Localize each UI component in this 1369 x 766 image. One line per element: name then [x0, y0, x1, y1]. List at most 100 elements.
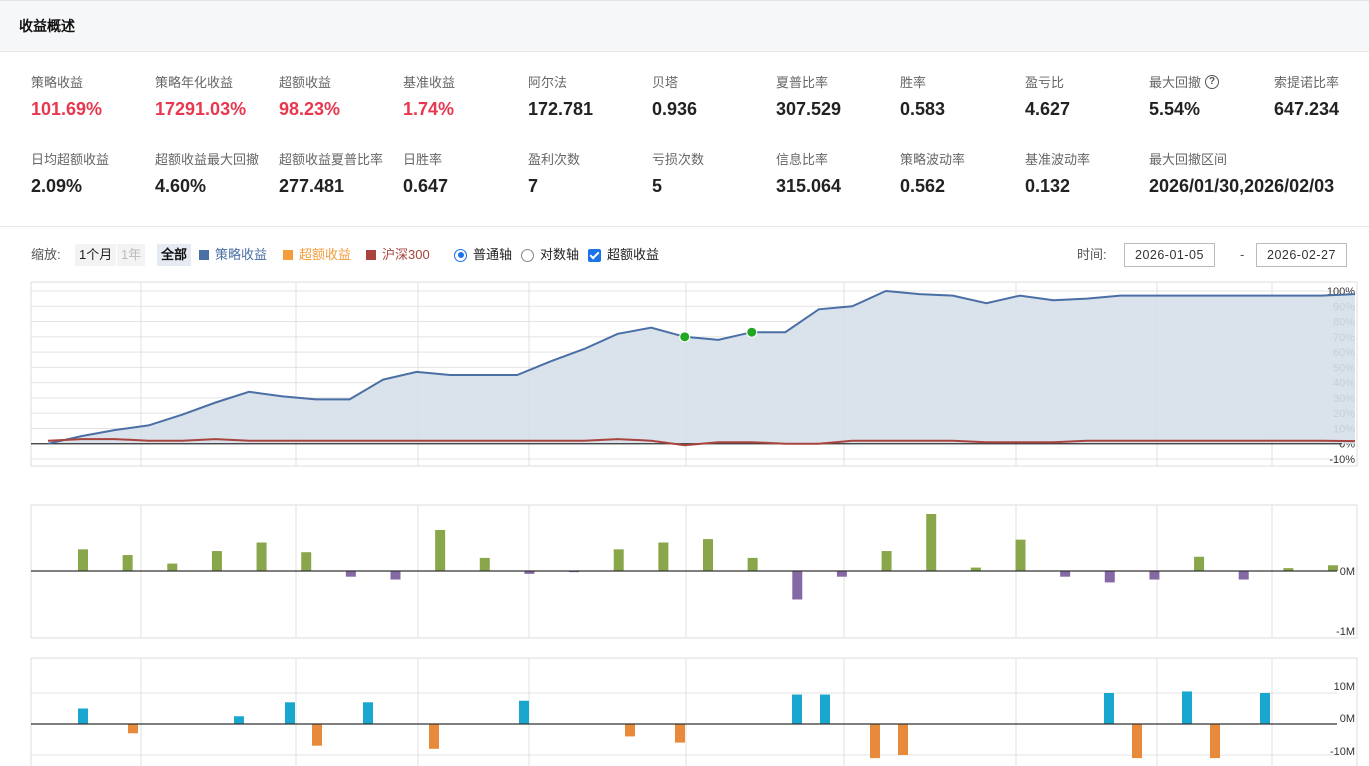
stat-label-text: 日胜率 — [403, 152, 443, 167]
stat-value: 0.647 — [403, 176, 449, 196]
pnl-bar — [1015, 539, 1026, 571]
strategy-area — [48, 291, 1355, 444]
legend-excess-label: 超额收益 — [299, 247, 352, 262]
zoom-1-year-button[interactable]: 1年 — [117, 244, 146, 266]
stat-label-text: 亏损次数 — [652, 152, 705, 167]
stat-1: 策略年化收益 17291.03% — [155, 72, 246, 120]
y-tick-label: -10M — [1330, 746, 1355, 758]
stat-0: 策略收益 101.69% — [31, 72, 102, 120]
stat-label-text: 最大回撤 — [1149, 75, 1202, 90]
stat-13: 超额收益夏普比率 277.481 — [279, 149, 383, 197]
stat-label-text: 超额收益 — [279, 75, 332, 90]
legend-excess[interactable]: 超额收益 — [283, 244, 351, 266]
y-tick-label: 0% — [1339, 439, 1355, 451]
pnl-bar — [1194, 556, 1205, 571]
stat-label: 索提诺比率 — [1274, 72, 1339, 91]
stat-value: 17291.03% — [155, 99, 247, 119]
stat-label-text: 基准收益 — [403, 75, 456, 90]
stat-label: 日胜率 — [403, 149, 448, 168]
help-icon[interactable]: ? — [1205, 74, 1220, 89]
stat-label: 阿尔法 — [528, 72, 593, 91]
y-tick-label: 70% — [1333, 332, 1355, 344]
stat-17: 信息比率 315.064 — [776, 149, 841, 197]
stat-3: 基准收益 1.74% — [403, 72, 455, 120]
daily-pnl-chart[interactable]: 0M -1M — [30, 504, 1358, 639]
date-separator: - — [1240, 247, 1245, 262]
stat-label-text: 日均超额收益 — [31, 152, 110, 167]
trades-chart[interactable]: 10M 0M -10M — [30, 657, 1358, 766]
stat-label-text: 信息比率 — [776, 152, 829, 167]
trade-bar — [1104, 693, 1114, 724]
trade-bar — [1132, 724, 1142, 759]
stat-value: 647.234 — [1274, 99, 1340, 119]
pnl-bar — [1238, 571, 1249, 580]
zoom-all-button[interactable]: 全部 — [157, 244, 192, 266]
axis-normal-label: 普通轴 — [473, 247, 513, 262]
stat-label-text: 超额收益最大回撤 — [155, 152, 260, 167]
stat-label-text: 盈利次数 — [528, 152, 581, 167]
stat-label: 盈利次数 — [528, 149, 580, 168]
drawdown-marker — [679, 331, 691, 343]
stat-value: 7 — [528, 176, 539, 196]
stat-label-text: 基准波动率 — [1025, 152, 1091, 167]
time-label: 时间: — [1077, 247, 1107, 262]
stat-value: 0.936 — [652, 99, 698, 119]
axis-log-radio[interactable]: 对数轴 — [521, 244, 579, 266]
date-from-input[interactable]: 2026-01-05 — [1124, 243, 1215, 267]
y-tick-label: -10% — [1329, 454, 1355, 466]
trade-bar — [898, 724, 908, 755]
trade-bar — [1182, 691, 1192, 724]
stat-value: 0.132 — [1025, 176, 1071, 196]
pnl-bar — [301, 552, 312, 571]
excess-checkbox[interactable]: 超额收益 — [588, 244, 659, 266]
stat-label: 策略收益 — [31, 72, 102, 91]
drawdown-marker — [746, 326, 758, 338]
pnl-bar — [792, 571, 803, 600]
stat-label: 信息比率 — [776, 149, 841, 168]
stat-7: 胜率 0.583 — [900, 72, 945, 120]
stat-value: 2.09% — [31, 176, 83, 196]
stat-label: 日均超额收益 — [31, 149, 109, 168]
stat-12: 超额收益最大回撤 4.60% — [155, 149, 259, 197]
stat-label: 胜率 — [900, 72, 945, 91]
date-to-input[interactable]: 2026-02-27 — [1256, 243, 1347, 267]
stat-value: 315.064 — [776, 176, 842, 196]
trade-bar — [234, 716, 244, 724]
axis-normal-radio[interactable]: 普通轴 — [454, 244, 512, 266]
daily-pnl-frame — [30, 504, 1358, 639]
stat-16: 亏损次数 5 — [652, 149, 704, 197]
trade-bar — [820, 694, 830, 724]
stat-value: 0.583 — [900, 99, 946, 119]
chart-toolbar: 缩放: 1个月 1年 全部 策略收益 超额收益 沪深300 普通轴 对数轴 超额… — [0, 240, 1369, 270]
stat-label-text: 阿尔法 — [528, 75, 568, 90]
legend-bench[interactable]: 沪深300 — [366, 244, 430, 266]
pnl-bar — [881, 551, 892, 571]
pnl-bar — [211, 551, 222, 571]
stat-label-text: 胜率 — [900, 75, 927, 90]
y-tick-label: 50% — [1333, 362, 1355, 374]
trade-bar — [675, 724, 685, 743]
pnl-bar — [926, 514, 937, 571]
summary-title: 收益概述 — [19, 18, 75, 34]
stat-20: 最大回撤区间 2026/01/30,2026/02/03 — [1149, 149, 1334, 197]
trade-bar — [519, 700, 529, 724]
stat-label: 盈亏比 — [1025, 72, 1070, 91]
stat-5: 贝塔 0.936 — [652, 72, 697, 120]
returns-chart[interactable]: 100% 90% 80% 70% 60% 50% 40% 30% 20% 10% 0% -10% — [30, 281, 1358, 467]
trade-bar — [1260, 693, 1270, 724]
y-tick-label: 20% — [1333, 408, 1355, 420]
stat-value: 98.23% — [279, 99, 341, 119]
y-tick-label: 30% — [1333, 393, 1355, 405]
stat-label: 超额收益最大回撤 — [155, 149, 259, 168]
pnl-bar — [1060, 571, 1071, 577]
stats-panel: 策略收益 101.69% 策略年化收益 17291.03% 超额收益 98.23% 基准收益… — [0, 52, 1369, 227]
legend-strategy[interactable]: 策略收益 — [199, 244, 267, 266]
trade-bar — [1210, 724, 1220, 759]
pnl-bar — [524, 571, 535, 574]
pnl-bar — [1283, 568, 1294, 571]
stat-label: 策略年化收益 — [155, 72, 246, 91]
zoom-1-month-button[interactable]: 1个月 — [75, 244, 117, 266]
bench-line — [47, 438, 1356, 447]
trade-bar — [429, 724, 439, 749]
stat-10: 索提诺比率 647.234 — [1274, 72, 1339, 120]
